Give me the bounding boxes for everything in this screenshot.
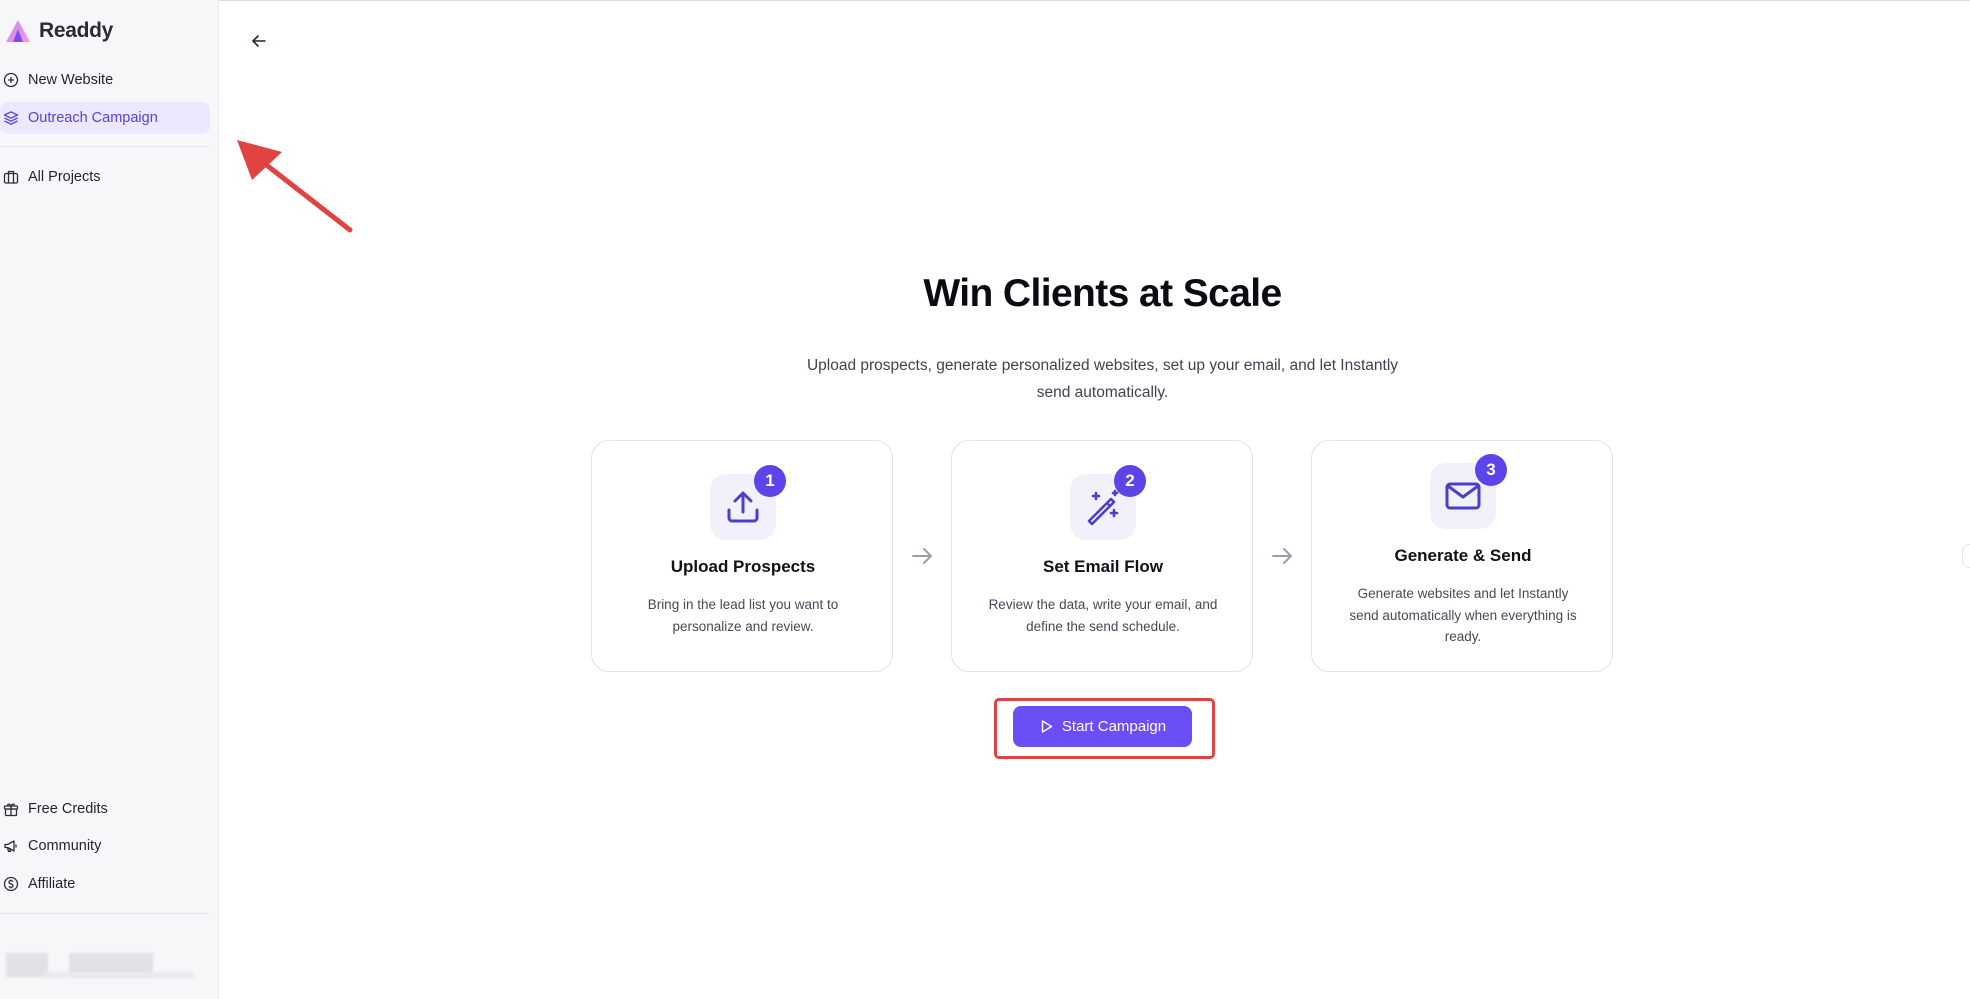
sidebar-item-community[interactable]: Community <box>0 830 210 862</box>
step-number-badge: 2 <box>1114 465 1146 497</box>
arrow-left-icon <box>252 35 266 47</box>
page-subtitle-line-1: Upload prospects, generate personalized … <box>806 357 1399 374</box>
sidebar-item-label: New Website <box>28 72 114 88</box>
magic-wand-icon <box>1087 489 1119 526</box>
megaphone-icon <box>4 840 17 853</box>
step-title: Set Email Flow <box>1043 557 1163 576</box>
annotation-arrow <box>237 140 353 233</box>
sidebar-item-label: Outreach Campaign <box>28 110 158 126</box>
step-card-upload-prospects: 1 Upload Prospects Bring in the lead lis… <box>591 440 893 672</box>
step-number-badge: 1 <box>754 465 786 497</box>
step-title: Generate & Send <box>1394 546 1532 565</box>
step-description: Bring in the lead list you want to perso… <box>647 597 839 634</box>
sidebar-item-label: All Projects <box>28 169 101 185</box>
window-top-border <box>0 0 1970 1</box>
sidebar-item-label: Community <box>28 838 102 854</box>
avatar <box>6 953 48 977</box>
dollar-circle-icon <box>3 876 19 892</box>
arrow-right-icon <box>1272 548 1292 564</box>
plus-circle-icon <box>3 72 19 88</box>
page-title: Win Clients at Scale <box>923 272 1282 315</box>
play-icon <box>1041 720 1053 733</box>
page-subtitle-line-2: send automatically. <box>1036 384 1169 401</box>
sidebar-item-new-website[interactable]: New Website <box>0 64 210 96</box>
sidebar-item-outreach-campaign[interactable]: Outreach Campaign <box>0 102 210 134</box>
app-name: Readdy <box>39 19 114 42</box>
upload-icon <box>727 491 759 523</box>
sidebar-item-label: Free Credits <box>28 801 108 817</box>
step-card-generate-send: 3 Generate & Send Generate websites and … <box>1311 440 1613 672</box>
step-description: Generate websites and let Instantly send… <box>1349 586 1577 644</box>
sidebar-divider <box>0 146 210 147</box>
mail-icon <box>1445 482 1481 510</box>
step-connector-arrow <box>909 543 935 569</box>
step-connector-arrow <box>1269 543 1295 569</box>
sidebar-item-all-projects[interactable]: All Projects <box>0 161 210 193</box>
sidebar-item-affiliate[interactable]: Affiliate <box>0 868 210 900</box>
sidebar-item-free-credits[interactable]: Free Credits <box>0 793 210 825</box>
briefcase-icon <box>3 170 19 184</box>
page-subtitle: Upload prospects, generate personalized … <box>770 352 1435 406</box>
app-logo[interactable]: Readdy <box>4 16 113 46</box>
layers-icon <box>3 111 19 125</box>
step-card-set-email-flow: 2 Set Email Flow Review the data, write … <box>951 440 1253 672</box>
side-panel-toggle[interactable] <box>1962 544 1970 568</box>
back-button[interactable] <box>246 28 272 54</box>
sidebar-divider <box>0 913 210 914</box>
readdy-logo-icon <box>6 20 30 42</box>
user-meta-redacted <box>44 972 194 978</box>
sidebar-item-label: Affiliate <box>28 876 76 892</box>
sidebar: Readdy New Website Outreach Campaign All… <box>0 0 219 999</box>
start-campaign-button[interactable]: Start Campaign <box>1013 706 1192 747</box>
start-campaign-label: Start Campaign <box>1061 718 1167 735</box>
gift-icon <box>3 803 19 817</box>
step-description: Review the data, write your email, and d… <box>988 597 1218 634</box>
arrow-right-icon <box>912 548 932 564</box>
step-number-badge: 3 <box>1475 454 1507 486</box>
step-title: Upload Prospects <box>670 557 816 576</box>
